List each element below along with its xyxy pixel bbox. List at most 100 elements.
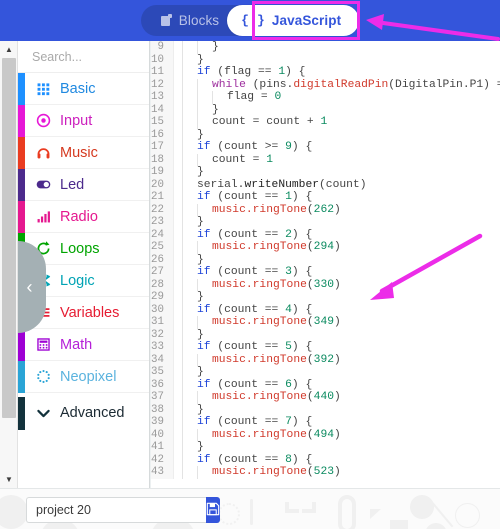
code-line[interactable]: 26 } — [151, 253, 500, 266]
code-line[interactable]: 38 } — [151, 403, 500, 416]
line-number: 34 — [151, 353, 174, 366]
toolbox-collapse-button[interactable]: ‹ — [18, 241, 46, 333]
code-line[interactable]: 14 } — [151, 103, 500, 116]
code-line[interactable]: 22 music.ringTone(262) — [151, 203, 500, 216]
code-line[interactable]: 11 if (flag == 1) { — [151, 66, 500, 79]
code-line[interactable]: 36 if (count == 6) { — [151, 378, 500, 391]
toolbox-category-neopixel[interactable]: Neopixel — [18, 361, 149, 393]
line-content[interactable]: count = 1 — [173, 153, 500, 166]
toolbox-category-advanced[interactable]: Advanced — [18, 397, 149, 430]
code-line[interactable]: 23 } — [151, 216, 500, 229]
code-line[interactable]: 32 } — [151, 328, 500, 341]
page-scrollbar[interactable]: ▲ ▼ — [0, 41, 18, 488]
headphones-icon — [33, 144, 53, 162]
line-content[interactable]: } — [173, 216, 500, 229]
line-content[interactable]: music.ringTone(349) — [173, 316, 500, 329]
code-line[interactable]: 37 music.ringTone(440) — [151, 391, 500, 404]
toolbox-category-math[interactable]: Math — [18, 329, 149, 361]
toolbox-search-row[interactable] — [18, 41, 149, 73]
toolbox-category-radio[interactable]: Radio — [18, 201, 149, 233]
code-line[interactable]: 33 if (count == 5) { — [151, 341, 500, 354]
line-content[interactable]: } — [173, 366, 500, 379]
line-content[interactable]: if (count == 2) { — [173, 228, 500, 241]
line-content[interactable]: } — [173, 403, 500, 416]
line-content[interactable]: music.ringTone(440) — [173, 391, 500, 404]
scroll-up-arrow-icon[interactable]: ▲ — [0, 41, 18, 58]
toolbox-category-led[interactable]: Led — [18, 169, 149, 201]
line-content[interactable]: if (count == 5) { — [173, 341, 500, 354]
line-content[interactable]: while (pins.digitalReadPin(DigitalPin.P1… — [173, 78, 500, 91]
code-line[interactable]: 35 } — [151, 366, 500, 379]
line-content[interactable]: if (count == 7) { — [173, 416, 500, 429]
line-content[interactable]: if (count == 6) { — [173, 378, 500, 391]
microbit-editor-window: Blocks { } JavaScript ▲ ▼ Search... Basi… — [0, 0, 500, 529]
code-line[interactable]: 15 count = count + 1 — [151, 116, 500, 129]
line-content[interactable]: flag = 0 — [173, 91, 500, 104]
code-scroll-area[interactable]: 9 } 10 } 11 if (flag == 1) {12 while (pins… — [151, 41, 500, 488]
line-content[interactable]: if (count == 3) { — [173, 266, 500, 279]
code-line[interactable]: 13 flag = 0 — [151, 91, 500, 104]
line-content[interactable]: if (flag == 1) { — [173, 66, 500, 79]
line-content[interactable]: music.ringTone(330) — [173, 278, 500, 291]
code-line[interactable]: 29 } — [151, 291, 500, 304]
line-content[interactable]: music.ringTone(392) — [173, 353, 500, 366]
line-content[interactable]: } — [173, 53, 500, 66]
line-content[interactable]: } — [173, 41, 500, 54]
toolbox-category-music[interactable]: Music — [18, 137, 149, 169]
line-content[interactable]: if (count >= 9) { — [173, 141, 500, 154]
code-line[interactable]: 16 } — [151, 128, 500, 141]
scroll-down-arrow-icon[interactable]: ▼ — [0, 471, 18, 488]
code-line[interactable]: 27 if (count == 3) { — [151, 266, 500, 279]
line-content[interactable]: if (count == 4) { — [173, 303, 500, 316]
code-line[interactable]: 20 serial.writeNumber(count) — [151, 178, 500, 191]
search-input[interactable] — [32, 49, 149, 64]
project-name-input[interactable] — [26, 497, 206, 523]
line-content[interactable]: music.ringTone(494) — [173, 428, 500, 441]
line-number: 20 — [151, 178, 174, 191]
code-line[interactable]: 42 if (count == 8) { — [151, 453, 500, 466]
line-content[interactable]: } — [173, 328, 500, 341]
line-content[interactable]: if (count == 8) { — [173, 453, 500, 466]
line-content[interactable]: if (count == 1) { — [173, 191, 500, 204]
code-line[interactable]: 28 music.ringTone(330) — [151, 278, 500, 291]
code-line[interactable]: 39 if (count == 7) { — [151, 416, 500, 429]
line-number: 25 — [151, 241, 174, 254]
line-content[interactable]: } — [173, 291, 500, 304]
code-line[interactable]: 18 count = 1 — [151, 153, 500, 166]
save-button[interactable] — [206, 497, 220, 523]
target-icon — [33, 112, 53, 130]
line-content[interactable]: } — [173, 166, 500, 179]
toolbox-category-basic[interactable]: Basic — [18, 73, 149, 105]
line-content[interactable]: } — [173, 253, 500, 266]
line-content[interactable]: } — [173, 128, 500, 141]
line-content[interactable]: music.ringTone(262) — [173, 203, 500, 216]
decor-circle-1 — [0, 495, 28, 529]
code-line[interactable]: 43 music.ringTone(523) — [151, 466, 500, 479]
tab-javascript[interactable]: { } JavaScript — [227, 5, 360, 36]
code-line[interactable]: 30 if (count == 4) { — [151, 303, 500, 316]
line-content[interactable]: } — [173, 103, 500, 116]
code-line[interactable]: 40 music.ringTone(494) — [151, 428, 500, 441]
line-content[interactable]: count = count + 1 — [173, 116, 500, 129]
line-content[interactable]: } — [173, 441, 500, 454]
line-content[interactable]: music.ringTone(523) — [173, 466, 500, 479]
code-line[interactable]: 24 if (count == 2) { — [151, 228, 500, 241]
code-line[interactable]: 25 music.ringTone(294) — [151, 241, 500, 254]
tab-blocks[interactable]: Blocks — [140, 5, 242, 36]
line-content[interactable]: serial.writeNumber(count) — [173, 178, 500, 191]
code-line[interactable]: 17 if (count >= 9) { — [151, 141, 500, 154]
code-line[interactable]: 12 while (pins.digitalReadPin(DigitalPin… — [151, 78, 500, 91]
code-line[interactable]: 34 music.ringTone(392) — [151, 353, 500, 366]
code-line[interactable]: 41 } — [151, 441, 500, 454]
code-editor[interactable]: 9 } 10 } 11 if (flag == 1) {12 while (pins… — [151, 41, 500, 488]
code-line[interactable]: 31 music.ringTone(349) — [151, 316, 500, 329]
code-line[interactable]: 10 } — [151, 53, 500, 66]
toolbox-category-input[interactable]: Input — [18, 105, 149, 137]
line-content[interactable]: music.ringTone(294) — [173, 241, 500, 254]
code-line[interactable]: 21 if (count == 1) { — [151, 191, 500, 204]
category-label: Advanced — [60, 405, 125, 421]
code-line[interactable]: 9 } — [151, 41, 500, 54]
code-line[interactable]: 19 } — [151, 166, 500, 179]
category-label: Logic — [60, 272, 95, 289]
page-scrollbar-thumb[interactable] — [2, 58, 16, 418]
